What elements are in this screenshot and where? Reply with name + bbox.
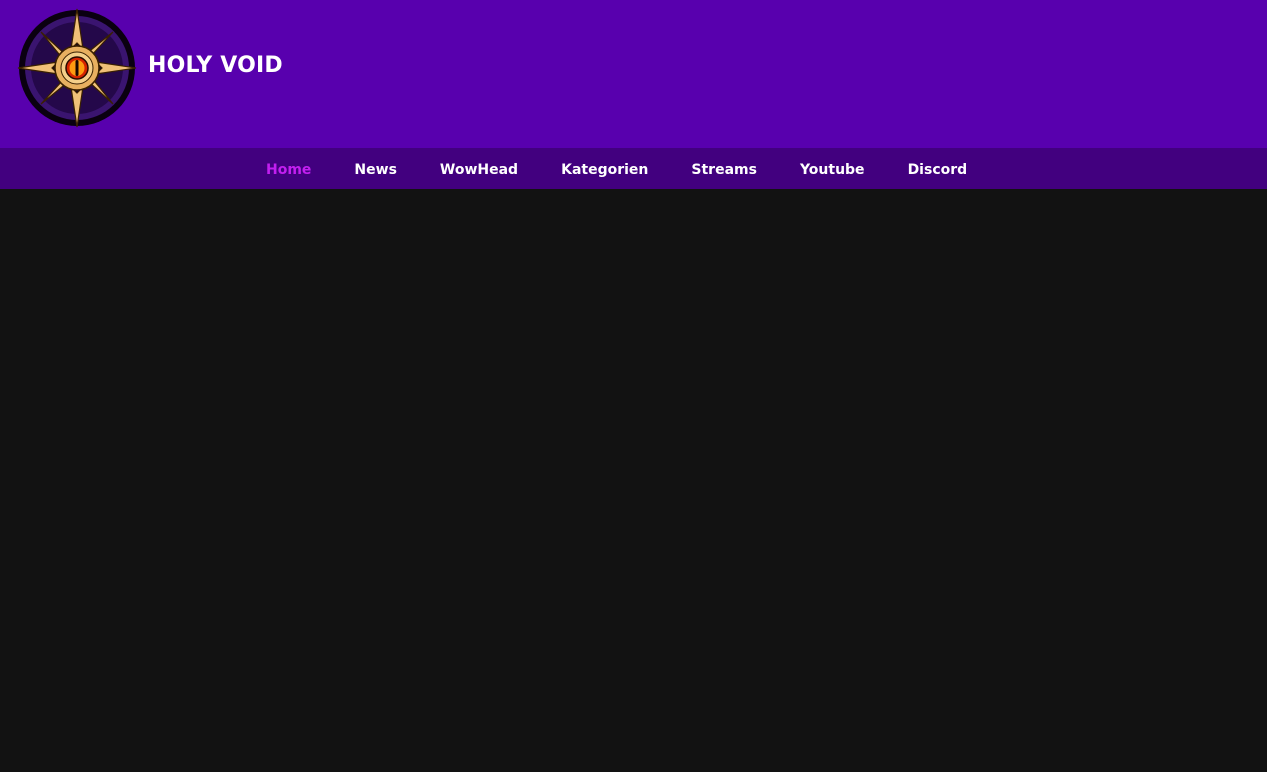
void-eye-star-icon [17, 8, 137, 128]
site-title[interactable]: HOLY VOID [148, 53, 283, 78]
nav-link-wowhead[interactable]: WowHead [440, 162, 518, 178]
nav-list: Home News WowHead Kategorien Streams You… [266, 148, 1010, 189]
nav-link-youtube[interactable]: Youtube [800, 162, 865, 178]
nav-link-news[interactable]: News [354, 162, 396, 178]
nav-link-home[interactable]: Home [266, 162, 311, 178]
nav-link-discord[interactable]: Discord [908, 162, 968, 178]
nav-link-streams[interactable]: Streams [691, 162, 757, 178]
site-logo-link[interactable] [16, 7, 138, 129]
site-header: HOLY VOID [0, 0, 1267, 148]
main-navigation: Home News WowHead Kategorien Streams You… [0, 148, 1267, 189]
main-content-area [0, 189, 1267, 772]
nav-link-kategorien[interactable]: Kategorien [561, 162, 648, 178]
